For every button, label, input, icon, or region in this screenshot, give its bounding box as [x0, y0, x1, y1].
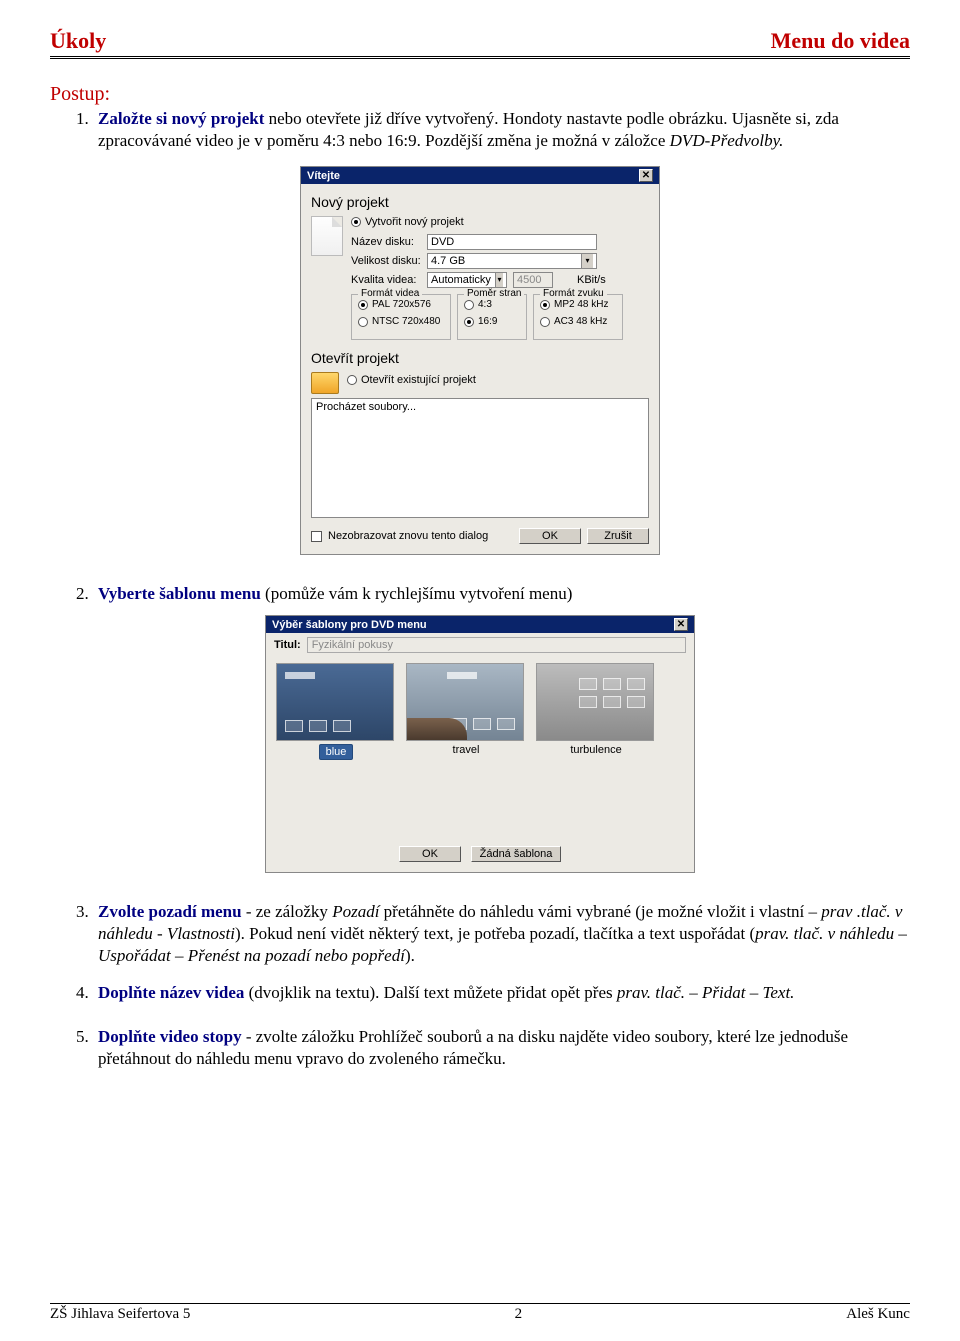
create-project-label: Vytvořit nový projekt	[365, 216, 464, 228]
step-4-it1: prav. tlač. – Přidat – Text.	[617, 983, 795, 1002]
audio-title: Formát zvuku	[540, 288, 607, 299]
template-turbulence-label: turbulence	[570, 744, 621, 756]
quality-label: Kvalita videa:	[351, 274, 421, 286]
disc-size-select[interactable]: 4.7 GB ▾	[427, 253, 597, 269]
step-3-b: přetáhněte do náhledu vámi vybrané (je m…	[379, 902, 821, 921]
bitrate-unit: KBit/s	[577, 274, 606, 286]
step-3-c: ). Pokud není vidět některý text, je pot…	[235, 924, 755, 943]
aspect-group: Poměr stran 4:3 16:9	[457, 294, 527, 340]
disc-size-value: 4.7 GB	[431, 255, 465, 267]
template-ok-button[interactable]: OK	[399, 846, 461, 862]
open-existing-radio[interactable]	[347, 375, 357, 385]
step-2: 2. Vyberte šablonu menu (pomůže vám k ry…	[76, 583, 910, 605]
open-existing-label: Otevřít existující projekt	[361, 374, 476, 386]
step-3: 3. Zvolte pozadí menu - ze záložky Pozad…	[76, 901, 910, 967]
chevron-down-icon[interactable]: ▾	[495, 273, 503, 287]
header-left: Úkoly	[50, 28, 106, 54]
postup-heading: Postup:	[50, 83, 910, 106]
header-rule-1	[50, 56, 910, 57]
document-icon	[311, 216, 343, 256]
close-icon[interactable]: ✕	[639, 169, 653, 182]
dont-show-label: Nezobrazovat znovu tento dialog	[328, 530, 513, 542]
template-blue-label: blue	[319, 744, 354, 760]
step-3-a: - ze záložky	[242, 902, 333, 921]
quality-select[interactable]: Automaticky ▾	[427, 272, 507, 288]
step-4-num: 4.	[76, 982, 98, 1004]
step-2-bold: Vyberte šablonu menu	[98, 584, 261, 603]
step-4: 4. Doplňte název videa (dvojklik na text…	[76, 982, 910, 1004]
disc-name-label: Název disku:	[351, 236, 421, 248]
ntsc-label: NTSC 720x480	[372, 316, 440, 327]
close-icon[interactable]: ✕	[674, 618, 688, 631]
step-1-italic: DVD-Předvolby.	[670, 131, 784, 150]
step-4-a: (dvojklik na textu). Další text můžete p…	[244, 983, 616, 1002]
step-3-d: ).	[405, 946, 415, 965]
welcome-dialog: Vítejte ✕ Nový projekt Vytvořit nový pro…	[300, 166, 660, 555]
step-4-bold: Doplňte název videa	[98, 983, 244, 1002]
pal-radio[interactable]	[358, 300, 368, 310]
template-blue-thumb	[276, 663, 394, 741]
open-project-section: Otevřít projekt	[311, 350, 649, 366]
disc-size-label: Velikost disku:	[351, 255, 421, 267]
browse-files-item[interactable]: Procházet soubory...	[316, 401, 644, 413]
titul-input[interactable]: Fyzikální pokusy	[307, 637, 686, 653]
project-listbox[interactable]: Procházet soubory...	[311, 398, 649, 518]
ntsc-radio[interactable]	[358, 317, 368, 327]
folder-icon	[311, 372, 339, 394]
footer-right: Aleš Kunc	[846, 1306, 910, 1323]
header-rule-2	[50, 58, 910, 59]
video-format-title: Formát videa	[358, 288, 422, 299]
aspect-title: Poměr stran	[464, 288, 524, 299]
bitrate-input: 4500	[513, 272, 553, 288]
new-project-section: Nový projekt	[311, 194, 649, 210]
create-project-radio[interactable]	[351, 217, 361, 227]
disc-name-input[interactable]: DVD	[427, 234, 597, 250]
template-travel-thumb	[406, 663, 524, 741]
template-blank-area	[266, 766, 694, 838]
step-5-num: 5.	[76, 1026, 98, 1070]
quality-value: Automaticky	[431, 274, 491, 286]
ok-button[interactable]: OK	[519, 528, 581, 544]
no-template-button[interactable]: Žádná šablona	[471, 846, 561, 862]
footer-rule	[50, 1303, 910, 1304]
footer-left: ZŠ Jihlava Seifertova 5	[50, 1306, 190, 1323]
pal-label: PAL 720x576	[372, 299, 431, 310]
mp2-radio[interactable]	[540, 300, 550, 310]
step-5: 5. Doplňte video stopy - zvolte záložku …	[76, 1026, 910, 1070]
template-blue[interactable]: blue	[276, 663, 396, 760]
mp2-label: MP2 48 kHz	[554, 299, 608, 310]
step-3-bold: Zvolte pozadí menu	[98, 902, 242, 921]
welcome-dialog-title: Vítejte	[307, 170, 340, 182]
dont-show-checkbox[interactable]	[311, 531, 322, 542]
step-2-num: 2.	[76, 583, 98, 605]
step-5-bold: Doplňte video stopy	[98, 1027, 242, 1046]
cancel-button[interactable]: Zrušit	[587, 528, 649, 544]
aspect-43-radio[interactable]	[464, 300, 474, 310]
step-1: 1. Založte si nový projekt nebo otevřete…	[76, 108, 910, 152]
template-travel[interactable]: travel	[406, 663, 526, 760]
step-1-bold: Založte si nový projekt	[98, 109, 264, 128]
footer-page-number: 2	[515, 1306, 523, 1323]
audio-group: Formát zvuku MP2 48 kHz AC3 48 kHz	[533, 294, 623, 340]
aspect-169-radio[interactable]	[464, 317, 474, 327]
aspect-169-label: 16:9	[478, 316, 497, 327]
aspect-43-label: 4:3	[478, 299, 492, 310]
template-travel-label: travel	[453, 744, 480, 756]
video-format-group: Formát videa PAL 720x576 NTSC 720x480	[351, 294, 451, 340]
chevron-down-icon[interactable]: ▾	[581, 254, 593, 268]
step-2-text: (pomůže vám k rychlejšímu vytvoření menu…	[261, 584, 573, 603]
template-turbulence[interactable]: turbulence	[536, 663, 656, 760]
template-turbulence-thumb	[536, 663, 654, 741]
template-dialog-title: Výběr šablony pro DVD menu	[272, 619, 427, 631]
titul-label: Titul:	[274, 639, 301, 651]
ac3-label: AC3 48 kHz	[554, 316, 607, 327]
template-dialog: Výběr šablony pro DVD menu ✕ Titul: Fyzi…	[265, 615, 695, 873]
step-3-num: 3.	[76, 901, 98, 967]
ac3-radio[interactable]	[540, 317, 550, 327]
step-1-num: 1.	[76, 108, 98, 152]
header-right: Menu do videa	[771, 28, 910, 54]
step-3-it1: Pozadí	[332, 902, 379, 921]
